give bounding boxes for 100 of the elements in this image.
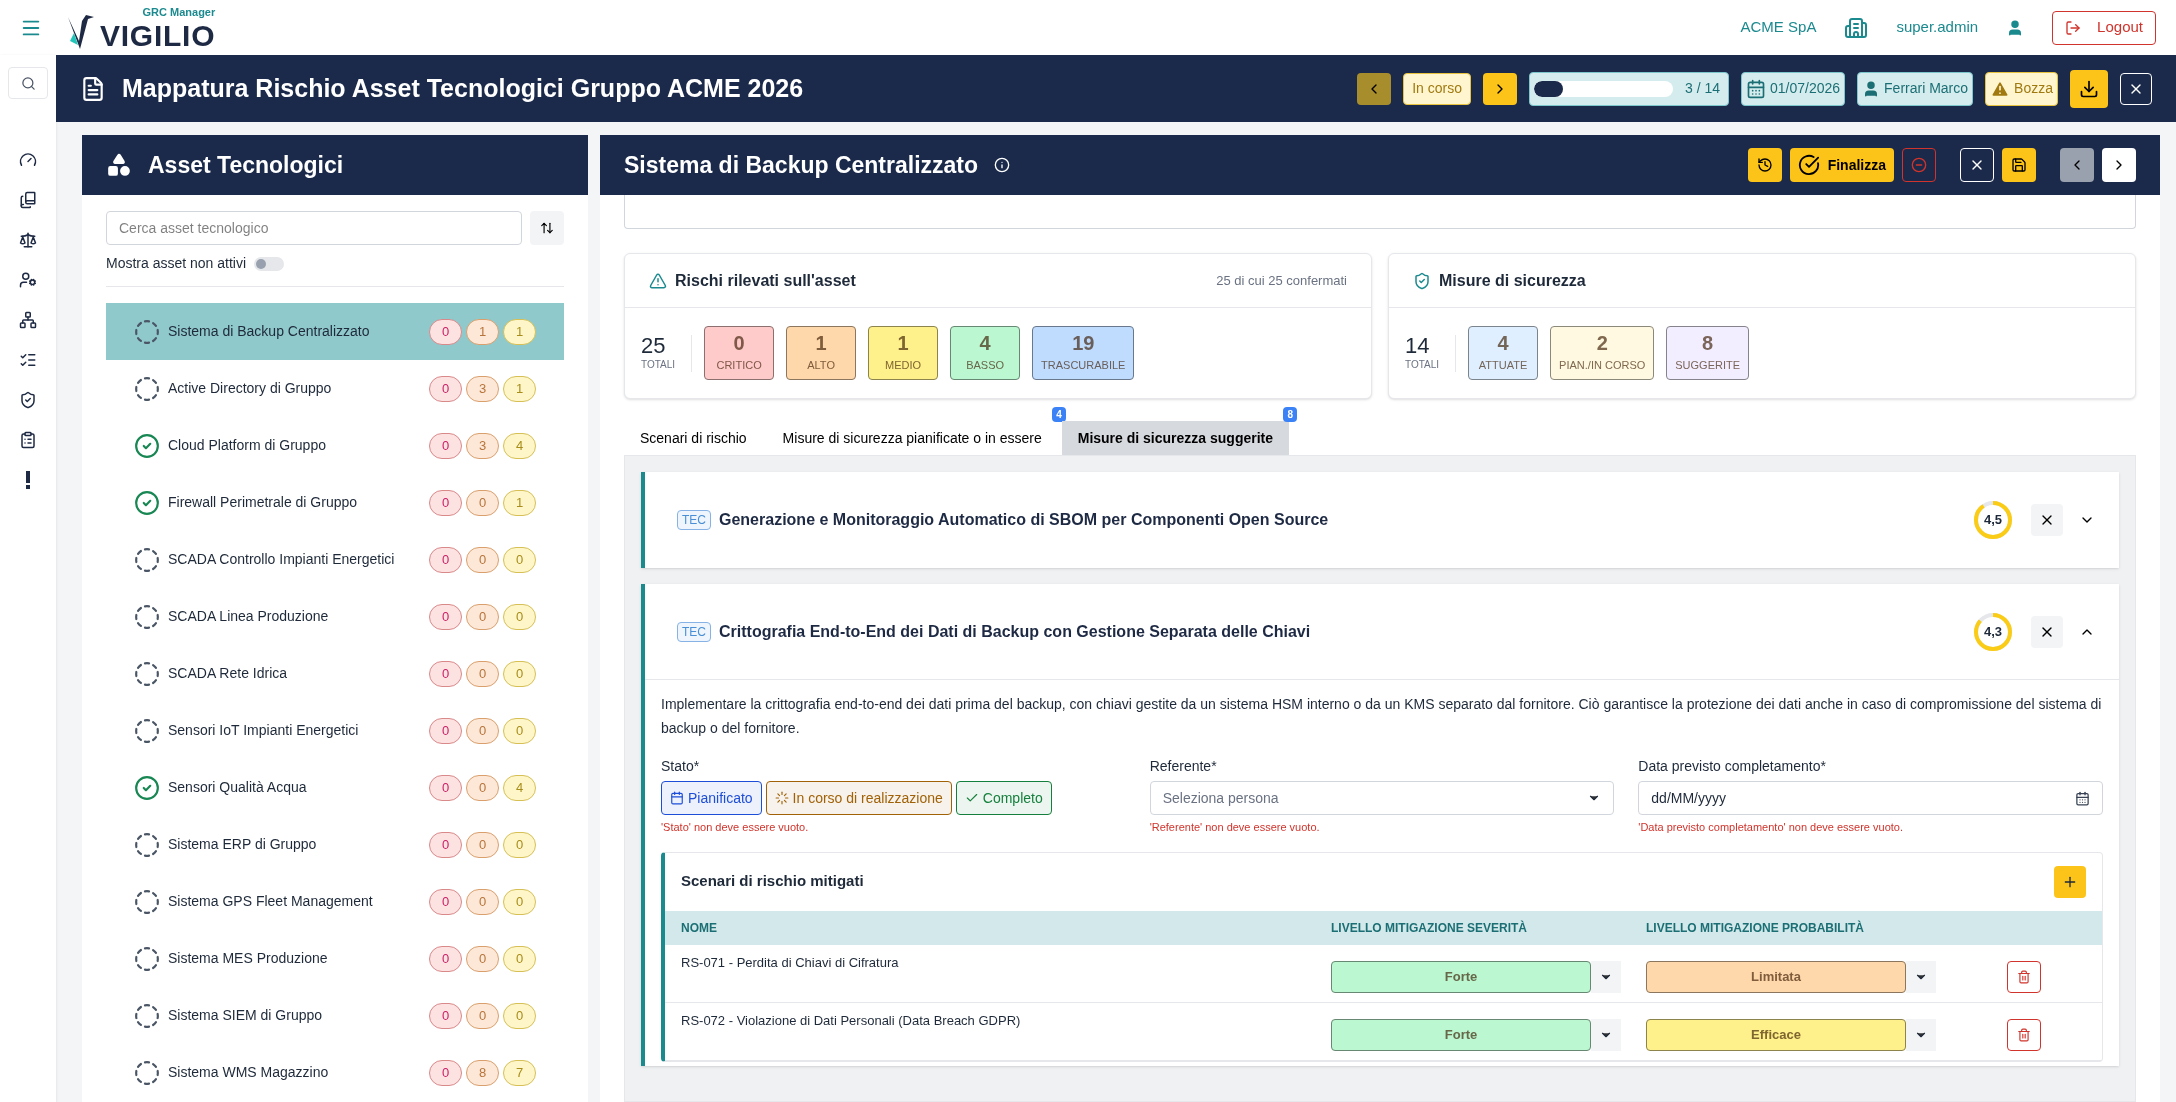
building-icon[interactable]	[1844, 15, 1869, 40]
error-message: 'Data previsto completamento' non deve essere vuoto.	[1638, 820, 1904, 835]
count-tile[interactable]: 4 BASSO	[950, 326, 1021, 380]
error-message: 'Referente' non deve essere vuoto.	[1149, 820, 1321, 835]
asset-item[interactable]: Sistema GPS Fleet Management 0 0 0	[106, 873, 564, 930]
nav-icon[interactable]	[19, 391, 37, 409]
tab-badge: 4	[1052, 407, 1066, 422]
asset-item[interactable]: Cloud Platform di Gruppo 0 3 4	[106, 417, 564, 474]
suggestion-description: Implementare la crittografia end-to-end dei dati prima del backup, con chiavi gestite da un sistema HSM interno o da un KMS separato dal fornitore. Ciò garantisce la protezione dei dati anche in caso di compromissione del sistema di backup o del fornitore.	[661, 695, 2103, 738]
count-tile[interactable]: 0 CRITICO	[704, 326, 775, 380]
asset-name: Sistema di Backup Centralizzato	[168, 322, 371, 341]
table-cell-text: RS-072 - Violazione di Dati Personali (Data Breach GDPR)	[681, 1011, 1022, 1030]
calendar-icon	[670, 791, 684, 805]
trash-icon	[2016, 1027, 2031, 1042]
suggestion-title[interactable]: Crittografia End-to-End dei Dati di Backup con Gestione Separata delle Chiavi	[719, 619, 1311, 644]
count-tile[interactable]: 19 TRASCURABILE	[1032, 326, 1135, 380]
asset-item[interactable]: Firewall Perimetrale di Gruppo 0 0 1	[106, 474, 564, 531]
document-icon	[80, 75, 106, 102]
check-icon	[964, 791, 979, 805]
date-field[interactable]: dd/MM/yyyy	[1638, 781, 2103, 815]
finalize-button[interactable]: Finalizza	[1789, 148, 1894, 182]
cancel-button[interactable]	[1902, 148, 1936, 182]
nav-icon[interactable]	[19, 271, 37, 289]
asset-item[interactable]: Sistema MES Produzione 0 0 0	[106, 930, 564, 987]
tab[interactable]: Scenari di rischio	[624, 421, 763, 455]
delete-button[interactable]	[2006, 1018, 2041, 1051]
shapes-icon	[106, 152, 132, 178]
count-badge: 0	[429, 774, 462, 801]
asset-name: Sensori IoT Impianti Energetici	[168, 721, 360, 740]
level-select[interactable]: Efficace	[1646, 1018, 1906, 1051]
count-tile[interactable]: 1 MEDIO	[868, 326, 939, 380]
nav-icon[interactable]	[19, 311, 37, 329]
count-tile[interactable]: 1 ALTO	[786, 326, 857, 380]
calendar-icon	[2075, 790, 2090, 806]
delete-button[interactable]	[2006, 960, 2041, 993]
column-header: NOME	[681, 919, 718, 937]
toggle-switch[interactable]	[254, 256, 285, 271]
person-select[interactable]: Seleziona persona	[1149, 781, 1615, 815]
nav-icon[interactable]	[19, 191, 37, 209]
count-badge: 0	[429, 432, 462, 459]
asset-name: Firewall Perimetrale di Gruppo	[168, 493, 359, 512]
count-badge: 0	[503, 831, 536, 858]
previous-button[interactable]	[2060, 148, 2094, 182]
previous-button[interactable]	[1357, 72, 1392, 105]
nav-icon[interactable]	[19, 351, 37, 369]
logout-button[interactable]: Logout	[2052, 10, 2156, 45]
count-badge: 4	[503, 774, 536, 801]
count-badge: 0	[466, 603, 499, 630]
count-tile[interactable]: 2 PIAN./IN CORSO	[1550, 326, 1655, 380]
nav-icon[interactable]	[19, 431, 37, 449]
suggestion-title[interactable]: Generazione e Monitoraggio Automatico di SBOM per Componenti Open Source	[719, 508, 1329, 532]
history-button[interactable]	[1747, 148, 1782, 182]
count-badge: 0	[466, 546, 499, 573]
exclamation-icon[interactable]	[25, 471, 31, 489]
asset-item[interactable]: SCADA Rete Idrica 0 0 0	[106, 645, 564, 702]
total-count: 14	[1405, 334, 1431, 357]
level-select[interactable]: Forte	[1331, 1018, 1591, 1051]
sort-button[interactable]	[530, 211, 564, 245]
asset-item[interactable]: Sensori Qualità Acqua 0 0 4	[106, 759, 564, 816]
asset-name: SCADA Controllo Impianti Energetici	[168, 550, 396, 569]
company-name[interactable]: ACME SpA	[1740, 16, 1817, 39]
category-tag: TEC	[677, 621, 711, 642]
count-badge: 3	[466, 432, 499, 459]
save-icon	[2011, 157, 2027, 173]
close-button[interactable]	[1960, 148, 1994, 182]
search-button[interactable]	[8, 67, 48, 99]
level-select[interactable]: Limitata	[1646, 960, 1906, 993]
search-field[interactable]: Cerca asset tecnologico	[106, 211, 522, 245]
close-button[interactable]	[2120, 72, 2152, 105]
tab[interactable]: Misure di sicurezza suggerite	[1061, 421, 1290, 455]
asset-name: Active Directory di Gruppo	[168, 379, 333, 398]
status-option[interactable]: Completo	[955, 781, 1052, 815]
tab[interactable]: Misure di sicurezza pianificate o in essere	[766, 421, 1058, 455]
save-button[interactable]	[2002, 148, 2036, 182]
asset-item[interactable]: Sensori IoT Impianti Energetici 0 0 0	[106, 702, 564, 759]
nav-icon[interactable]	[19, 151, 37, 169]
count-badge: 0	[429, 831, 462, 858]
user-name[interactable]: super.admin	[1896, 16, 1979, 39]
count-tile[interactable]: 8 SUGGERITE	[1666, 326, 1750, 380]
download-button[interactable]	[2070, 69, 2108, 108]
next-button[interactable]	[1483, 72, 1517, 105]
asset-item[interactable]: Active Directory di Gruppo 0 3 1	[106, 360, 564, 417]
asset-item[interactable]: SCADA Linea Produzione 0 0 0	[106, 588, 564, 645]
status-option[interactable]: In corso di realizzazione	[765, 781, 952, 815]
count-tile[interactable]: 4 ATTUATE	[1468, 326, 1539, 380]
asset-item[interactable]: SCADA Controllo Impianti Energetici 0 0 0	[106, 531, 564, 588]
state-badge: Bozza	[1985, 71, 2058, 106]
nav-icon[interactable]	[19, 231, 37, 249]
count-badge: 0	[503, 546, 536, 573]
asset-item[interactable]: Sistema di Backup Centralizzato 0 1 1	[106, 303, 564, 360]
level-select[interactable]: Forte	[1331, 960, 1591, 993]
asset-item[interactable]: Sistema WMS Magazzino 0 8 7	[106, 1044, 564, 1101]
asset-item[interactable]: Sistema SIEM di Gruppo 0 0 0	[106, 987, 564, 1044]
info-icon[interactable]	[994, 157, 1011, 173]
status-option[interactable]: Pianificato	[661, 781, 762, 815]
count-badge: 0	[429, 945, 462, 972]
count-badge: 0	[466, 1002, 499, 1029]
asset-item[interactable]: Sistema ERP di Gruppo 0 0 0	[106, 816, 564, 873]
card-title: Rischi rilevati sull'asset	[675, 270, 856, 291]
add-button[interactable]	[2054, 865, 2086, 898]
